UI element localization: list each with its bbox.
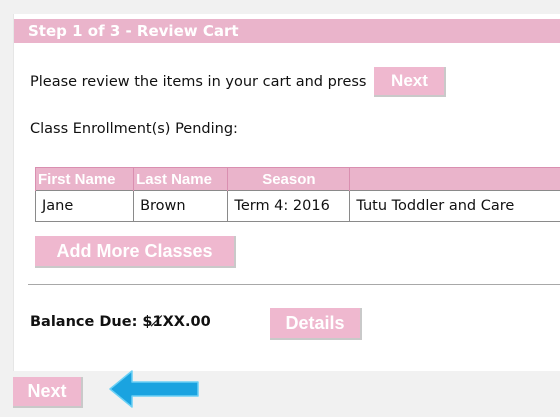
- page-title: Step 1 of 3 - Review Cart: [14, 19, 560, 43]
- next-button-inline[interactable]: Next: [374, 67, 447, 97]
- cart-table: First Name Last Name Season Jane Brown T…: [34, 167, 560, 222]
- arrow-left-icon: [109, 370, 199, 408]
- col-class: [349, 167, 560, 191]
- pending-label: Class Enrollment(s) Pending:: [30, 121, 238, 137]
- cell-season: Term 4: 2016: [227, 190, 351, 222]
- balance-due: Balance Due: $1̸XX.00: [30, 314, 211, 330]
- cell-first-name: Jane: [34, 190, 135, 222]
- divider: [28, 284, 560, 285]
- next-button[interactable]: Next: [13, 377, 83, 408]
- col-first-name: First Name: [34, 167, 135, 191]
- intro-text: Please review the items in your cart and…: [30, 74, 367, 90]
- table-row: Jane Brown Term 4: 2016 Tutu Toddler and…: [34, 190, 560, 222]
- add-more-classes-button[interactable]: Add More Classes: [35, 236, 236, 268]
- table-header-row: First Name Last Name Season: [34, 167, 560, 191]
- balance-label: Balance Due: $: [30, 314, 153, 330]
- intro-line: Please review the items in your cart and…: [30, 67, 447, 97]
- col-season: Season: [227, 167, 351, 191]
- balance-amount: 1̸XX.00: [152, 314, 211, 330]
- col-last-name: Last Name: [133, 167, 229, 191]
- review-cart-panel: Step 1 of 3 - Review Cart Please review …: [13, 14, 560, 371]
- cell-last-name: Brown: [133, 190, 229, 222]
- details-button[interactable]: Details: [270, 308, 362, 340]
- cell-class: Tutu Toddler and Care: [349, 190, 560, 222]
